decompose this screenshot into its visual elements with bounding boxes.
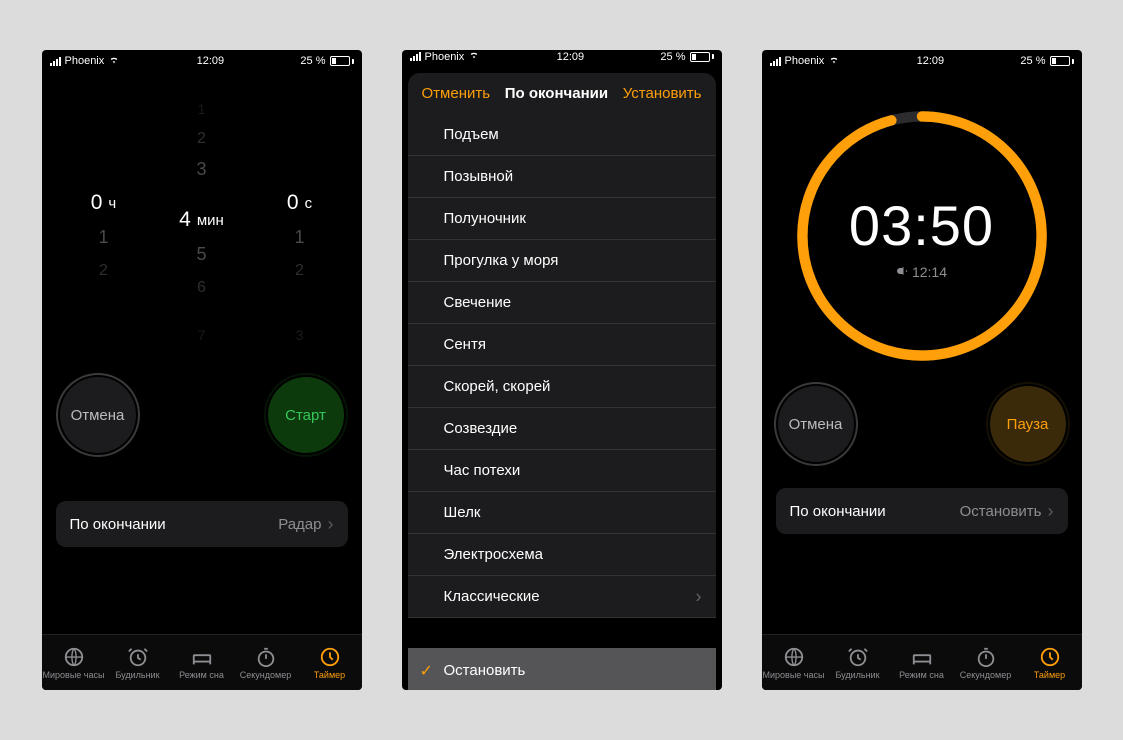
tab-bedtime[interactable]: Режим сна <box>170 635 234 690</box>
sound-item[interactable]: Свечение <box>408 282 716 324</box>
bed-icon <box>911 646 933 668</box>
timer-icon <box>319 646 341 668</box>
status-time: 12:09 <box>197 55 225 67</box>
sound-item[interactable]: Подъем <box>408 114 716 156</box>
signal-icon <box>50 57 61 66</box>
alarm-icon <box>127 646 149 668</box>
signal-icon <box>770 57 781 66</box>
stopwatch-icon <box>975 646 997 668</box>
modal-title: По окончании <box>505 85 608 102</box>
chevron-right-icon: › <box>696 586 702 607</box>
time-picker[interactable]: 0ч 1 2 1 2 3 4мин 5 6 7 <box>42 152 362 322</box>
pause-button[interactable]: Пауза <box>990 386 1066 462</box>
wifi-icon <box>828 55 840 68</box>
carrier-label: Phoenix <box>65 55 105 67</box>
globe-icon <box>63 646 85 668</box>
battery-icon <box>690 52 714 62</box>
tab-stopwatch[interactable]: Секундомер <box>954 635 1018 690</box>
battery-icon <box>330 56 354 66</box>
start-button[interactable]: Старт <box>268 377 344 453</box>
cancel-button[interactable]: Отменить <box>422 85 491 102</box>
phone-timer-running: Phoenix 12:09 25 % 03:50 <box>762 50 1082 690</box>
modal-header: Отменить По окончании Установить <box>408 73 716 114</box>
wifi-icon <box>108 55 120 68</box>
tab-bedtime[interactable]: Режим сна <box>890 635 954 690</box>
cancel-button[interactable]: Отмена <box>778 386 854 462</box>
wifi-icon <box>468 50 480 63</box>
status-bar: Phoenix 12:09 25 % <box>402 50 722 63</box>
sound-item[interactable]: Прогулка у моря <box>408 240 716 282</box>
tab-bar: Мировые часы Будильник Режим сна Секундо… <box>42 634 362 690</box>
set-button[interactable]: Установить <box>623 85 702 102</box>
signal-icon <box>410 52 421 61</box>
globe-icon <box>783 646 805 668</box>
picker-seconds[interactable]: 0с 1 2 3 <box>265 152 335 322</box>
sound-item[interactable]: Шелк <box>408 492 716 534</box>
timer-ring: 03:50 12:14 <box>792 106 1052 366</box>
stop-playing-item[interactable]: ✓ Остановить <box>408 648 716 690</box>
timer-icon <box>1039 646 1061 668</box>
chevron-right-icon: › <box>328 514 334 535</box>
end-value: Остановить <box>960 503 1042 520</box>
status-bar: Phoenix 12:09 25 % <box>42 50 362 72</box>
timer-end-time: 12:14 <box>896 264 947 280</box>
status-bar: Phoenix 12:09 25 % <box>762 50 1082 72</box>
picker-hours[interactable]: 0ч 1 2 <box>69 152 139 322</box>
when-timer-ends-row[interactable]: По окончании Остановить › <box>776 488 1068 534</box>
bed-icon <box>191 646 213 668</box>
sound-item[interactable]: Сентя <box>408 324 716 366</box>
sound-item[interactable]: Скорей, скорей <box>408 366 716 408</box>
phone-sound-picker: Phoenix 12:09 25 % Отменить По окончании… <box>402 50 722 690</box>
end-label: По окончании <box>790 503 886 520</box>
tab-bar: Мировые часы Будильник Режим сна Секундо… <box>762 634 1082 690</box>
tab-timer[interactable]: Таймер <box>298 635 362 690</box>
phone-timer-setup: Phoenix 12:09 25 % 0ч 1 2 1 <box>42 50 362 690</box>
stopwatch-icon <box>255 646 277 668</box>
tab-alarm[interactable]: Будильник <box>826 635 890 690</box>
sound-item[interactable]: Час потехи <box>408 450 716 492</box>
chevron-right-icon: › <box>1048 501 1054 522</box>
sound-item-classic[interactable]: Классические› <box>408 576 716 618</box>
alarm-icon <box>847 646 869 668</box>
sound-list: Подъем Позывной Полуночник Прогулка у мо… <box>408 114 716 618</box>
when-timer-ends-row[interactable]: По окончании Радар › <box>56 501 348 547</box>
picker-minutes[interactable]: 1 2 3 4мин 5 6 7 <box>167 152 237 322</box>
tab-alarm[interactable]: Будильник <box>106 635 170 690</box>
end-value: Радар <box>278 516 321 533</box>
sound-item[interactable]: Полуночник <box>408 198 716 240</box>
tab-world-clock[interactable]: Мировые часы <box>42 635 106 690</box>
battery-percent: 25 % <box>300 55 325 67</box>
checkmark-icon: ✓ <box>420 661 433 681</box>
battery-icon <box>1050 56 1074 66</box>
bell-icon <box>896 264 908 280</box>
sound-item[interactable]: Электросхема <box>408 534 716 576</box>
sound-item[interactable]: Созвездие <box>408 408 716 450</box>
end-label: По окончании <box>70 516 166 533</box>
tab-timer[interactable]: Таймер <box>1018 635 1082 690</box>
timer-remaining: 03:50 <box>849 193 994 258</box>
tab-stopwatch[interactable]: Секундомер <box>234 635 298 690</box>
cancel-button[interactable]: Отмена <box>60 377 136 453</box>
tab-world-clock[interactable]: Мировые часы <box>762 635 826 690</box>
sound-item[interactable]: Позывной <box>408 156 716 198</box>
